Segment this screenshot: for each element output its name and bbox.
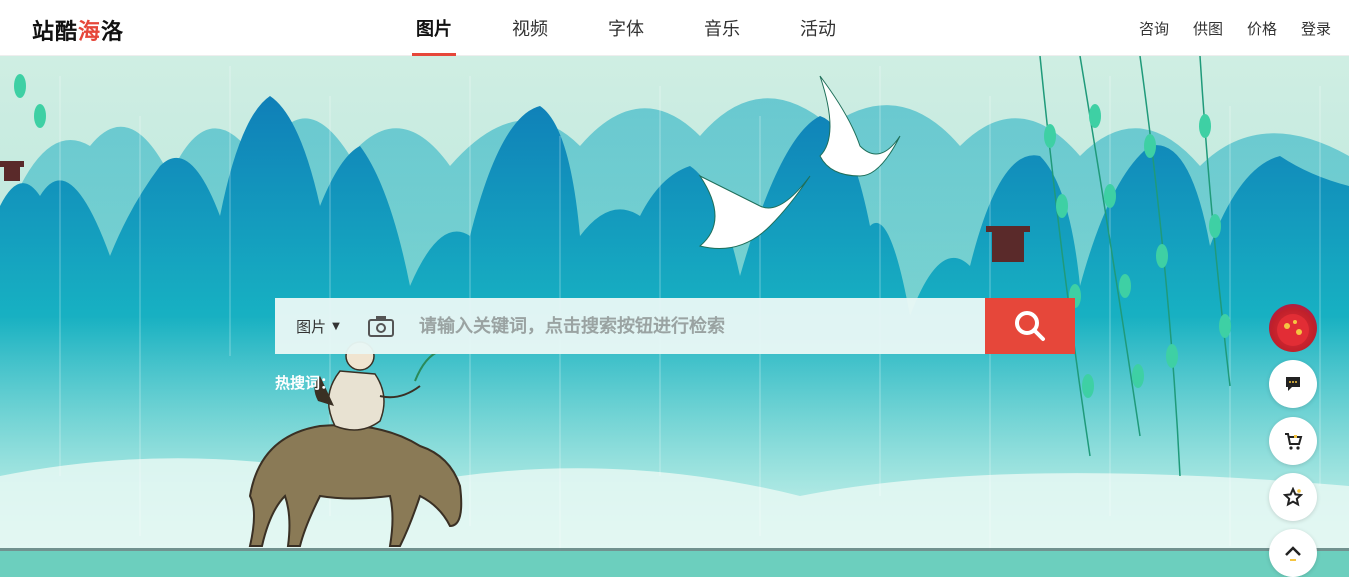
camera-search-icon[interactable]: [361, 298, 401, 354]
link-supply[interactable]: 供图: [1193, 18, 1223, 39]
search-button[interactable]: [985, 298, 1075, 354]
avatar-icon[interactable]: [1269, 304, 1317, 352]
nav-images[interactable]: 图片: [386, 0, 482, 56]
hot-search-label: 热搜词：: [275, 374, 336, 392]
search-bar: 图片 ▼: [275, 298, 1075, 354]
main-nav: 图片 视频 字体 音乐 活动: [386, 0, 866, 56]
link-login[interactable]: 登录: [1301, 18, 1331, 39]
link-consult[interactable]: 咨询: [1139, 18, 1169, 39]
star-icon[interactable]: [1269, 473, 1317, 521]
logo-text-2: 海: [78, 20, 102, 45]
chat-icon[interactable]: [1269, 360, 1317, 408]
search-category-label: 图片: [296, 317, 327, 336]
cart-icon[interactable]: [1269, 417, 1317, 465]
top-navigation-bar: 站酷海洛 图片 视频 字体 音乐 活动 咨询 供图 价格 登录: [0, 0, 1349, 56]
up-arrow-icon[interactable]: [1269, 529, 1317, 577]
logo-text-1: 站酷: [32, 20, 79, 45]
nav-events[interactable]: 活动: [770, 0, 866, 56]
search-icon: [1015, 311, 1045, 341]
nav-music[interactable]: 音乐: [674, 0, 770, 56]
search-category-select[interactable]: 图片 ▼: [275, 298, 361, 354]
nav-videos[interactable]: 视频: [482, 0, 578, 56]
chevron-down-icon: ▼: [332, 320, 340, 332]
logo-text-3: 洛: [101, 20, 125, 45]
header-links: 咨询 供图 价格 登录: [1139, 0, 1331, 56]
search-input[interactable]: [401, 298, 985, 354]
link-pricing[interactable]: 价格: [1247, 18, 1277, 39]
site-logo[interactable]: 站酷海洛: [32, 14, 125, 45]
nav-fonts[interactable]: 字体: [578, 0, 674, 56]
